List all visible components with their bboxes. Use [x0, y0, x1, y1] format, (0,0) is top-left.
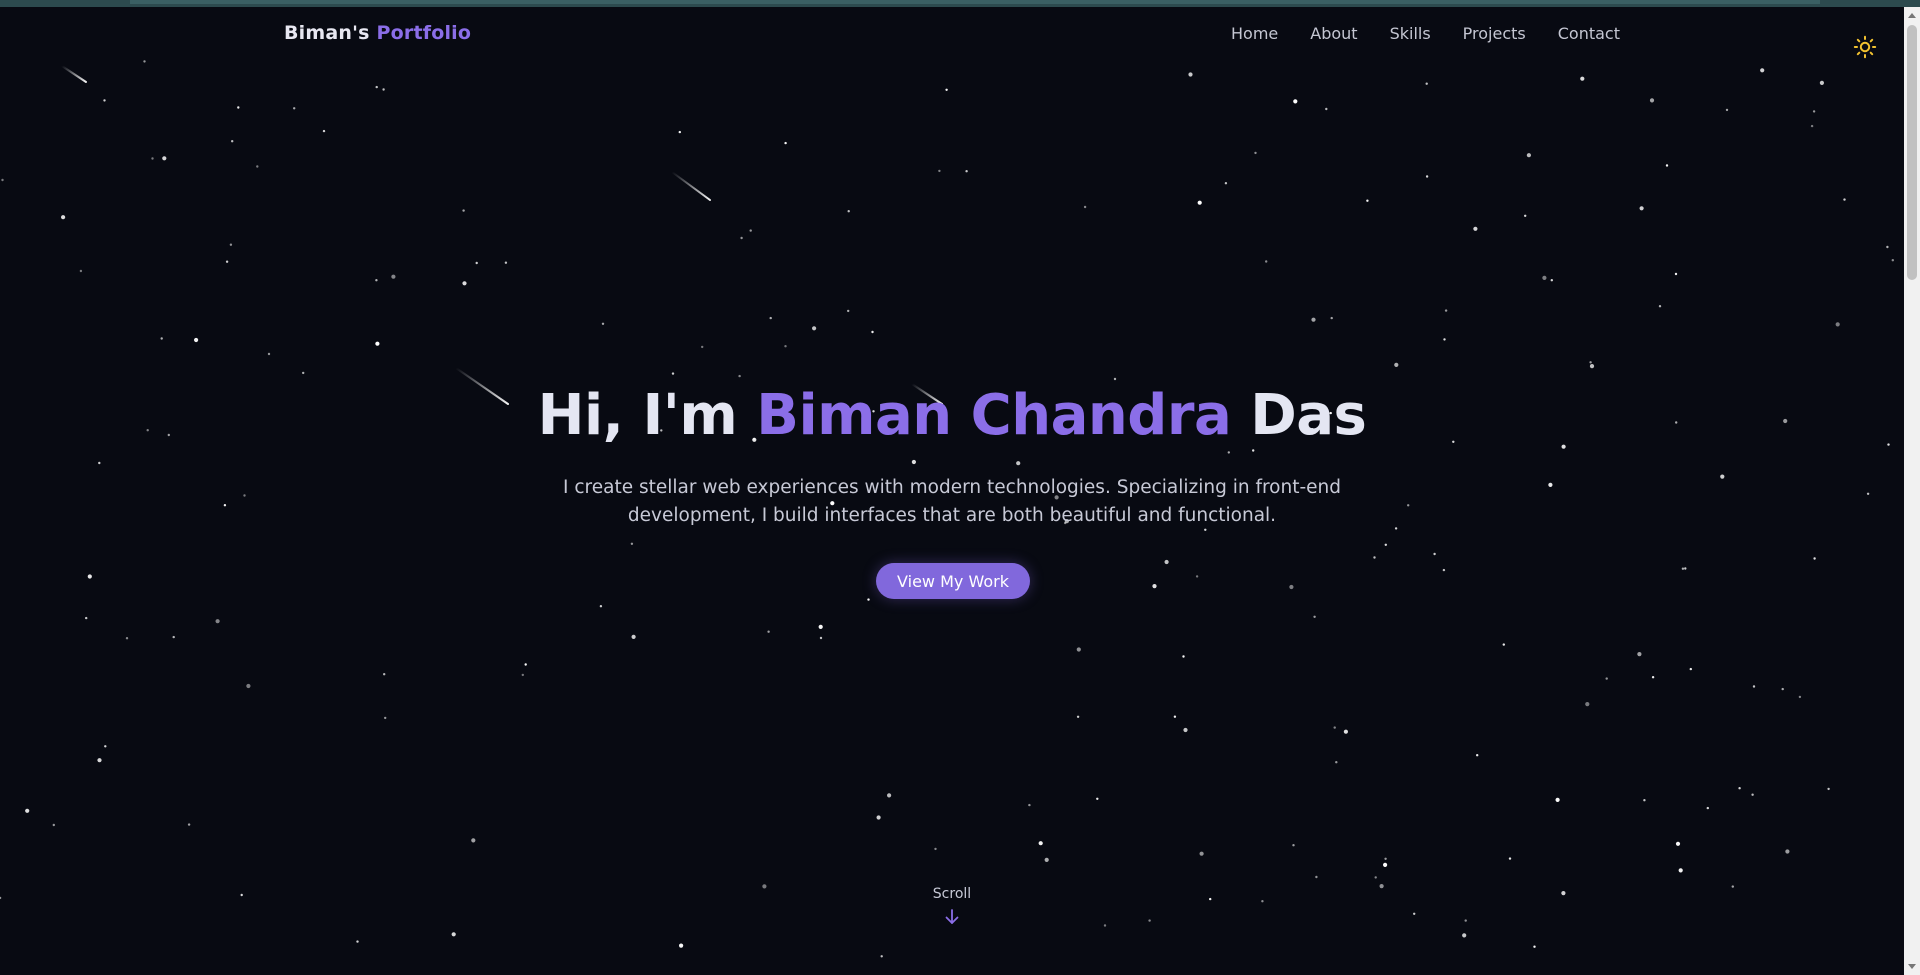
- scroll-indicator[interactable]: Scroll: [902, 886, 1002, 926]
- hero-title-suffix: Das: [1250, 383, 1367, 448]
- arrow-down-icon: [945, 909, 959, 924]
- page-scrollbar[interactable]: [1904, 7, 1920, 975]
- hero-description: I create stellar web experiences with mo…: [563, 477, 1341, 526]
- hero-title-prefix: Hi, I'm: [537, 383, 738, 448]
- scrollbar-thumb[interactable]: [1907, 25, 1917, 280]
- scrollbar-up-arrow[interactable]: [1908, 13, 1916, 18]
- hero-title-name: Biman Chandra: [756, 383, 1232, 448]
- hero-title: Hi, I'm Biman Chandra Das: [0, 383, 1904, 448]
- view-my-work-button[interactable]: View My Work: [876, 563, 1030, 599]
- scroll-label: Scroll: [932, 886, 972, 902]
- scrollbar-down-arrow[interactable]: [1908, 964, 1916, 969]
- portfolio-page: Biman's Portfolio Home About Skills Proj…: [0, 0, 1920, 975]
- hero-section: Hi, I'm Biman Chandra Das I create stell…: [0, 0, 1904, 975]
